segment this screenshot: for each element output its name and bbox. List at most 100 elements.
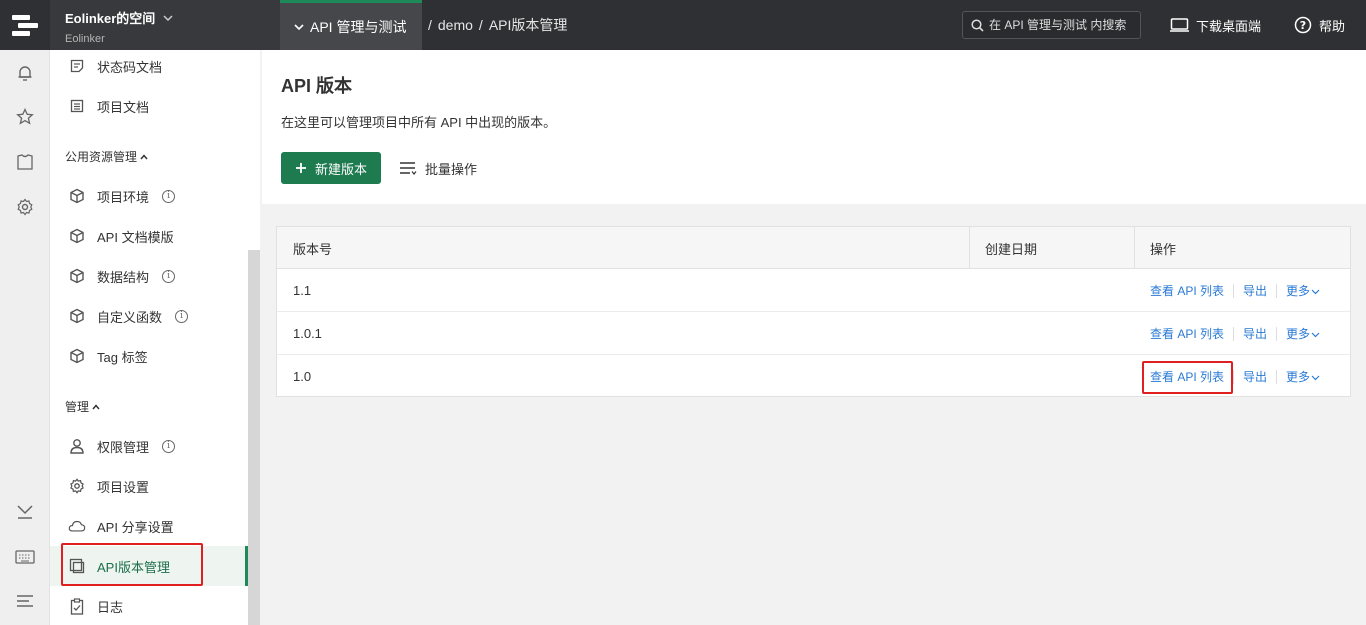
sidebar-item-label: 状态码文档	[97, 59, 163, 75]
help-button[interactable]: ? 帮助	[1294, 0, 1345, 50]
section-public-resources[interactable]: 公用资源管理	[65, 148, 148, 165]
view-api-list-link[interactable]: 查看 API 列表	[1150, 282, 1224, 299]
sidebar-item-label: 日志	[97, 599, 124, 615]
page-header-panel: API 版本 在这里可以管理项目中所有 API 中出现的版本。 新建版本 批量操…	[262, 50, 1366, 204]
sidebar-item-data-structure[interactable]: 数据结构 i	[50, 256, 248, 296]
sidebar-item-label: 项目文档	[97, 99, 150, 115]
search-icon	[971, 18, 984, 32]
star-icon[interactable]	[15, 107, 35, 127]
clipboard-icon	[68, 597, 86, 615]
top-bar: Eolinker的空间 Eolinker API 管理与测试 / demo / …	[0, 0, 1366, 50]
info-icon[interactable]: i	[162, 269, 176, 283]
sidebar-item-api-doc-template[interactable]: API 文档模版	[50, 216, 248, 256]
sidebar-item-label: API 分享设置	[97, 519, 174, 535]
breadcrumb-current: API版本管理	[488, 17, 568, 33]
sidebar-item-project-settings[interactable]: 项目设置	[50, 466, 248, 506]
eolinker-logo-icon	[12, 15, 38, 36]
gear-icon	[68, 477, 86, 495]
sidebar-item-label: 数据结构	[97, 269, 150, 285]
svg-text:?: ?	[1300, 19, 1306, 32]
column-header-created-date: 创建日期	[985, 241, 1038, 257]
workspace-subtitle: Eolinker	[65, 33, 105, 45]
sidebar-scrollbar[interactable]	[248, 250, 260, 625]
search-box[interactable]	[962, 11, 1141, 39]
more-dropdown[interactable]: 更多	[1286, 325, 1320, 342]
search-input[interactable]	[989, 18, 1139, 32]
sidebar-item-status-code-doc[interactable]: 状态码文档	[50, 50, 248, 86]
sidebar-item-permissions[interactable]: 权限管理 i	[50, 426, 248, 466]
breadcrumb: / demo / API版本管理	[428, 17, 568, 33]
sidebar-item-label: API 文档模版	[97, 229, 174, 245]
highlight-box	[61, 543, 203, 586]
user-icon	[68, 437, 86, 455]
keyboard-icon[interactable]	[15, 547, 35, 567]
export-link[interactable]: 导出	[1243, 282, 1267, 299]
collapse-down-icon[interactable]	[15, 502, 35, 522]
cube-icon	[68, 187, 86, 205]
sidebar-item-label: 自定义函数	[97, 309, 163, 325]
sidebar-item-label: 项目环境	[97, 189, 150, 205]
chevron-down-icon	[294, 23, 304, 30]
sidebar-item-project-env[interactable]: 项目环境 i	[50, 176, 248, 216]
sidebar-item-label: 权限管理	[97, 439, 150, 455]
sidebar: 状态码文档 项目文档 公用资源管理 项目环境 i API 文档模版 数据结构 i…	[50, 50, 260, 625]
more-dropdown[interactable]: 更多	[1286, 282, 1320, 299]
row-actions: 查看 API 列表 导出 更多	[1150, 312, 1320, 355]
sidebar-item-custom-function[interactable]: 自定义函数 i	[50, 296, 248, 336]
icon-rail	[0, 50, 50, 625]
sidebar-item-tag[interactable]: Tag 标签	[50, 336, 248, 376]
menu-lines-icon[interactable]	[15, 591, 35, 611]
page-title: API 版本	[281, 76, 353, 96]
chevron-up-icon	[92, 403, 100, 409]
column-header-version: 版本号	[293, 241, 333, 257]
download-desktop-button[interactable]: 下载桌面端	[1170, 0, 1261, 50]
app-logo[interactable]	[0, 0, 50, 50]
list-doc-icon	[68, 97, 86, 115]
project-menu-tab[interactable]: API 管理与测试	[280, 0, 422, 50]
export-link[interactable]: 导出	[1243, 368, 1267, 385]
info-icon[interactable]: i	[175, 309, 189, 323]
sidebar-item-label: 项目设置	[97, 479, 150, 495]
chevron-down-icon	[1311, 332, 1320, 338]
version-cell: 1.0	[293, 369, 312, 384]
download-label: 下载桌面端	[1196, 18, 1262, 34]
settings-gear-icon[interactable]	[15, 197, 35, 217]
notification-bell-icon[interactable]	[15, 63, 35, 83]
view-api-list-link[interactable]: 查看 API 列表	[1150, 325, 1224, 342]
workspace-switcher[interactable]: Eolinker的空间 Eolinker	[50, 0, 280, 50]
workspace-name: Eolinker的空间	[65, 11, 156, 26]
chevron-down-icon	[163, 14, 173, 21]
more-dropdown[interactable]: 更多	[1286, 368, 1320, 385]
doc-icon	[68, 57, 86, 75]
version-cell: 1.1	[293, 283, 312, 298]
export-link[interactable]: 导出	[1243, 325, 1267, 342]
sidebar-item-api-share-settings[interactable]: API 分享设置	[50, 506, 248, 546]
chevron-down-icon	[1311, 375, 1320, 381]
column-header-actions: 操作	[1150, 241, 1177, 257]
breadcrumb-project[interactable]: demo	[438, 17, 473, 33]
column-divider[interactable]	[1134, 227, 1135, 269]
page-description: 在这里可以管理项目中所有 API 中出现的版本。	[281, 115, 557, 130]
help-icon: ?	[1294, 16, 1312, 34]
cube-icon	[68, 227, 86, 245]
batch-operation-button[interactable]: 批量操作	[399, 152, 477, 184]
cloud-icon	[68, 517, 86, 535]
row-actions: 查看 API 列表 导出 更多	[1150, 269, 1320, 312]
new-version-label: 新建版本	[314, 161, 367, 177]
column-divider[interactable]	[969, 227, 970, 269]
batch-list-icon	[400, 162, 417, 175]
table-row: 1.0.1 查看 API 列表 导出 更多	[277, 312, 1350, 355]
cube-icon	[68, 307, 86, 325]
sidebar-item-log[interactable]: 日志	[50, 586, 248, 625]
info-icon[interactable]: i	[162, 439, 176, 453]
info-icon[interactable]: i	[162, 189, 176, 203]
shirt-icon[interactable]	[15, 152, 35, 172]
section-manage[interactable]: 管理	[65, 398, 100, 415]
monitor-icon	[1170, 18, 1189, 32]
table-header: 版本号 创建日期 操作	[277, 227, 1350, 269]
chevron-down-icon	[1311, 289, 1320, 295]
batch-operation-label: 批量操作	[425, 161, 478, 177]
highlight-box	[1142, 361, 1233, 394]
sidebar-item-project-doc[interactable]: 项目文档	[50, 86, 248, 126]
new-version-button[interactable]: 新建版本	[281, 152, 381, 184]
